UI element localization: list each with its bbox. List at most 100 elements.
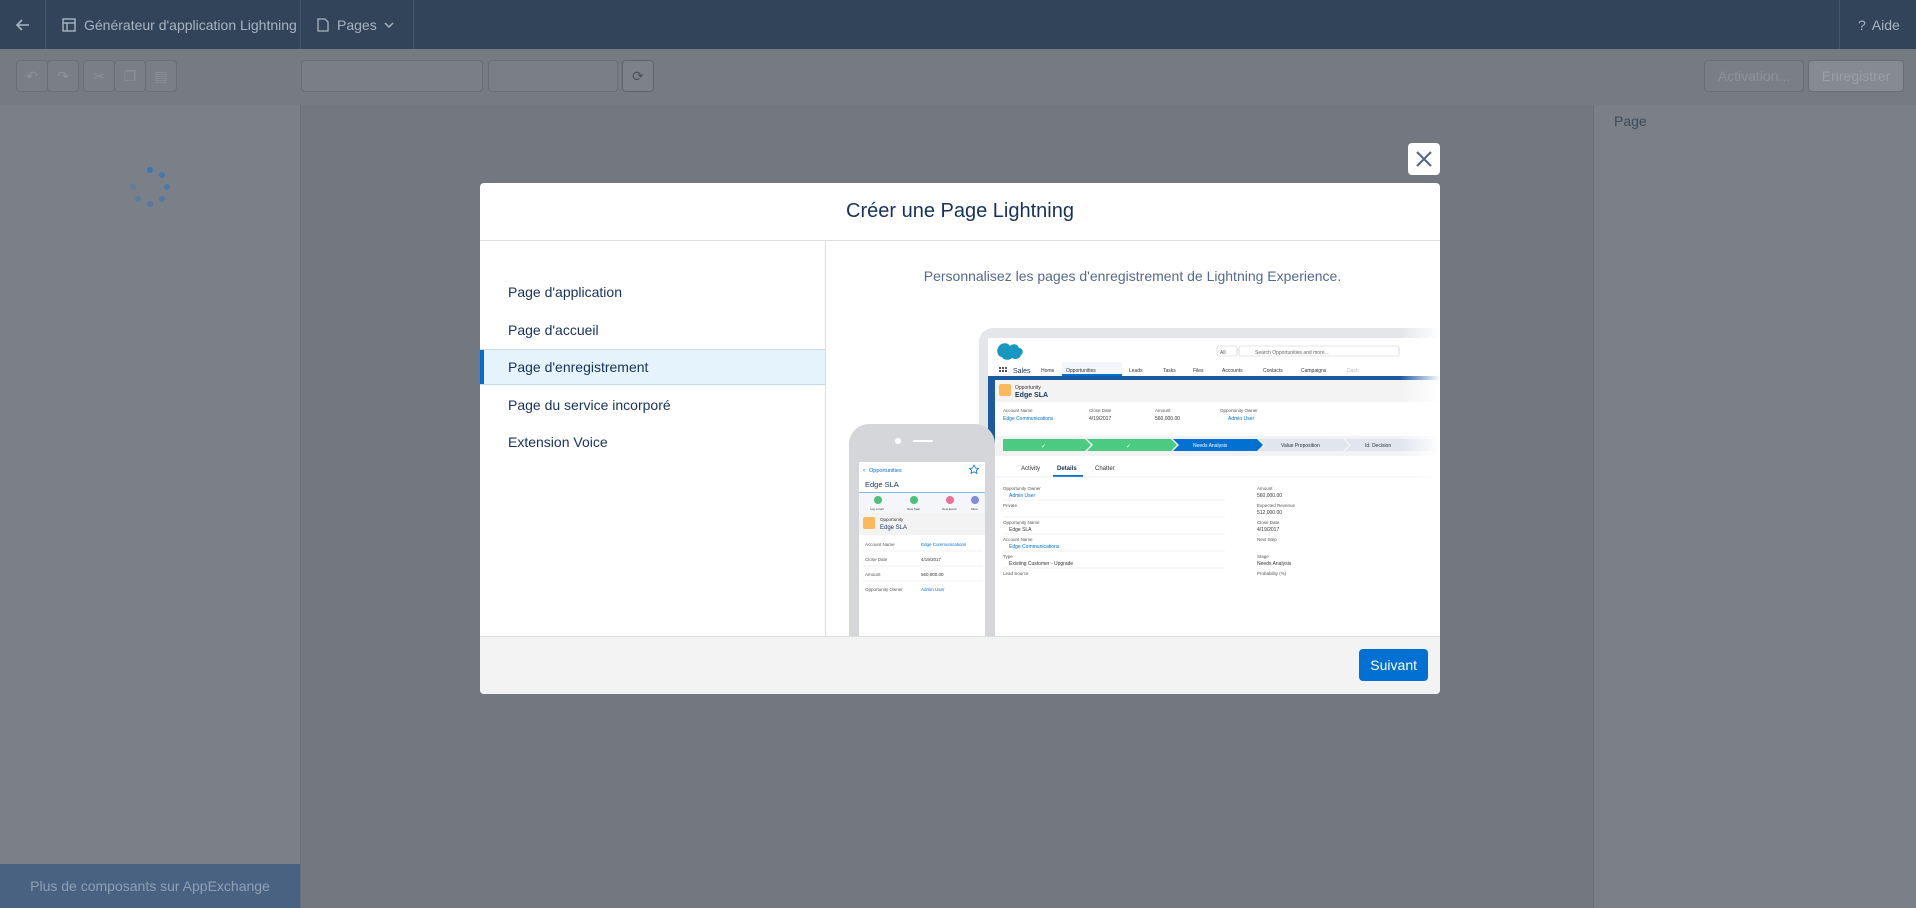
app-title: Générateur d'application Lightning [84, 16, 297, 33]
chevron-left-icon: ‹ [863, 468, 865, 474]
desktop-nav-item: Opportunities [1066, 368, 1096, 374]
mobile-action-label: New Event [942, 507, 957, 511]
copy-icon: ❐ [123, 67, 137, 84]
mobile-back-link: Opportunities [869, 468, 902, 474]
activation-button[interactable]: Activation... [1704, 60, 1804, 92]
desktop-nav-item: Accounts [1222, 368, 1243, 374]
mobile-field-value: 4/19/2017 [921, 557, 942, 562]
nav-item-record-page[interactable]: Page d'enregistrement [480, 349, 825, 385]
refresh-button[interactable]: ⟳ [622, 60, 654, 92]
modal-header: Créer une Page Lightning [480, 183, 1440, 241]
mobile-action-label: More [971, 507, 978, 511]
arrow-left-icon [15, 18, 29, 31]
pages-label: Pages [337, 16, 377, 33]
modal-body: Page d'application Page d'accueil Page d… [480, 241, 1440, 636]
desktop-tab: Details [1057, 466, 1077, 472]
desktop-object-label: Opportunity [1015, 385, 1041, 391]
opportunity-icon [863, 517, 875, 529]
detail-value: Edge Communications [1009, 544, 1060, 550]
help-button[interactable]: ? Aide [1839, 0, 1916, 49]
path-step-complete [1003, 439, 1091, 451]
detail-label: Account Name [1003, 537, 1033, 542]
appexchange-label: Plus de composants sur AppExchange [30, 878, 270, 894]
undo-button[interactable]: ↶ [16, 60, 48, 92]
mobile-field-value: Edge Communications [921, 542, 967, 547]
mobile-action-label: New Task [907, 507, 920, 511]
app-builder-icon [62, 17, 76, 32]
components-panel [0, 105, 301, 908]
detail-label: Opportunity Name [1003, 520, 1040, 525]
desktop-field-label: Opportunity Owner [1220, 408, 1258, 413]
question-icon: ? [1858, 16, 1866, 33]
detail-label: Close Date [1257, 520, 1280, 525]
desktop-app-name: Sales [1013, 368, 1031, 375]
desktop-field-label: Account Name [1003, 408, 1033, 413]
detail-label: Opportunity Owner [1003, 486, 1041, 491]
properties-panel: Page [1593, 105, 1916, 908]
nav-item-app-page[interactable]: Page d'application [480, 274, 825, 310]
mobile-object-label: Opportunity [880, 517, 904, 522]
pages-menu-button[interactable]: Pages [301, 0, 414, 49]
desktop-nav-item: Dash [1347, 368, 1359, 374]
back-button[interactable] [0, 0, 46, 49]
nav-item-label: Page d'enregistrement [508, 359, 649, 375]
path-step-label: Id. Decision [1365, 443, 1391, 449]
close-button[interactable] [1408, 143, 1440, 175]
path-step-label: Value Proposition [1281, 443, 1320, 449]
mobile-field-label: Amount [865, 572, 881, 577]
save-label: Enregistrer [1821, 68, 1891, 84]
paste-button[interactable]: ▤ [145, 60, 177, 92]
page-icon [317, 17, 329, 32]
modal-footer: Suivant [480, 636, 1440, 694]
cut-button[interactable]: ✂ [83, 60, 115, 92]
mobile-record-name: Edge SLA [880, 525, 907, 531]
detail-value: 560,000.00 [1257, 493, 1282, 499]
detail-label: Next Step [1257, 537, 1277, 542]
copy-button[interactable]: ❐ [114, 60, 146, 92]
detail-value: Needs Analysis [1257, 561, 1292, 567]
create-page-modal: Créer une Page Lightning Page d'applicat… [480, 183, 1440, 694]
mobile-field-label: Account Name [865, 542, 895, 547]
nav-item-voice-extension[interactable]: Extension Voice [480, 424, 825, 460]
detail-label: Type [1003, 554, 1013, 559]
modal-title: Créer une Page Lightning [846, 200, 1074, 222]
path-step-label: ✓ [1126, 444, 1131, 450]
view-select[interactable] [488, 60, 618, 92]
nav-item-label: Extension Voice [508, 434, 608, 450]
redo-icon: ↷ [57, 67, 69, 84]
path-step-label: ✓ [1041, 444, 1046, 450]
mobile-action-label: Log a Call [870, 507, 884, 511]
detail-label: Lead Source [1003, 571, 1029, 576]
app-header: Générateur d'application Lightning Pages… [0, 0, 1916, 49]
appexchange-link[interactable]: Plus de composants sur AppExchange [0, 864, 300, 908]
mobile-field-label: Opportunity Owner [865, 587, 903, 592]
app-title-section: Générateur d'application Lightning [46, 0, 301, 49]
help-label: Aide [1871, 16, 1900, 33]
desktop-field-label: Amount [1155, 408, 1171, 413]
nav-item-embedded-service-page[interactable]: Page du service incorporé [480, 387, 825, 423]
undo-icon: ↶ [26, 67, 38, 84]
activation-label: Activation... [1717, 68, 1791, 84]
log-call-icon [874, 496, 882, 504]
nav-item-label: Page d'application [508, 284, 622, 300]
detail-label: Stage [1257, 554, 1269, 559]
detail-value: Existing Customer - Upgrade [1009, 561, 1073, 567]
redo-button[interactable]: ↷ [47, 60, 79, 92]
nav-item-home-page[interactable]: Page d'accueil [480, 312, 825, 348]
device-select[interactable] [301, 60, 483, 92]
nav-item-label: Page d'accueil [508, 322, 599, 338]
new-event-icon [946, 496, 954, 504]
mobile-record-title: Edge SLA [865, 480, 899, 489]
new-task-icon [910, 496, 918, 504]
detail-value: Edge SLA [1009, 527, 1032, 533]
mobile-field-value: 560,000.00 [921, 572, 944, 577]
next-button[interactable]: Suivant [1359, 649, 1428, 681]
desktop-field-value: 4/19/2017 [1089, 416, 1111, 422]
mobile-field-label: Close Date [865, 557, 888, 562]
detail-label: Private [1003, 503, 1018, 508]
desktop-field-value: Admin User [1228, 416, 1254, 422]
page-type-nav: Page d'application Page d'accueil Page d… [480, 241, 826, 636]
desktop-nav-item: Files [1193, 368, 1204, 374]
save-button[interactable]: Enregistrer [1808, 60, 1904, 92]
desktop-record-name: Edge SLA [1015, 392, 1048, 399]
